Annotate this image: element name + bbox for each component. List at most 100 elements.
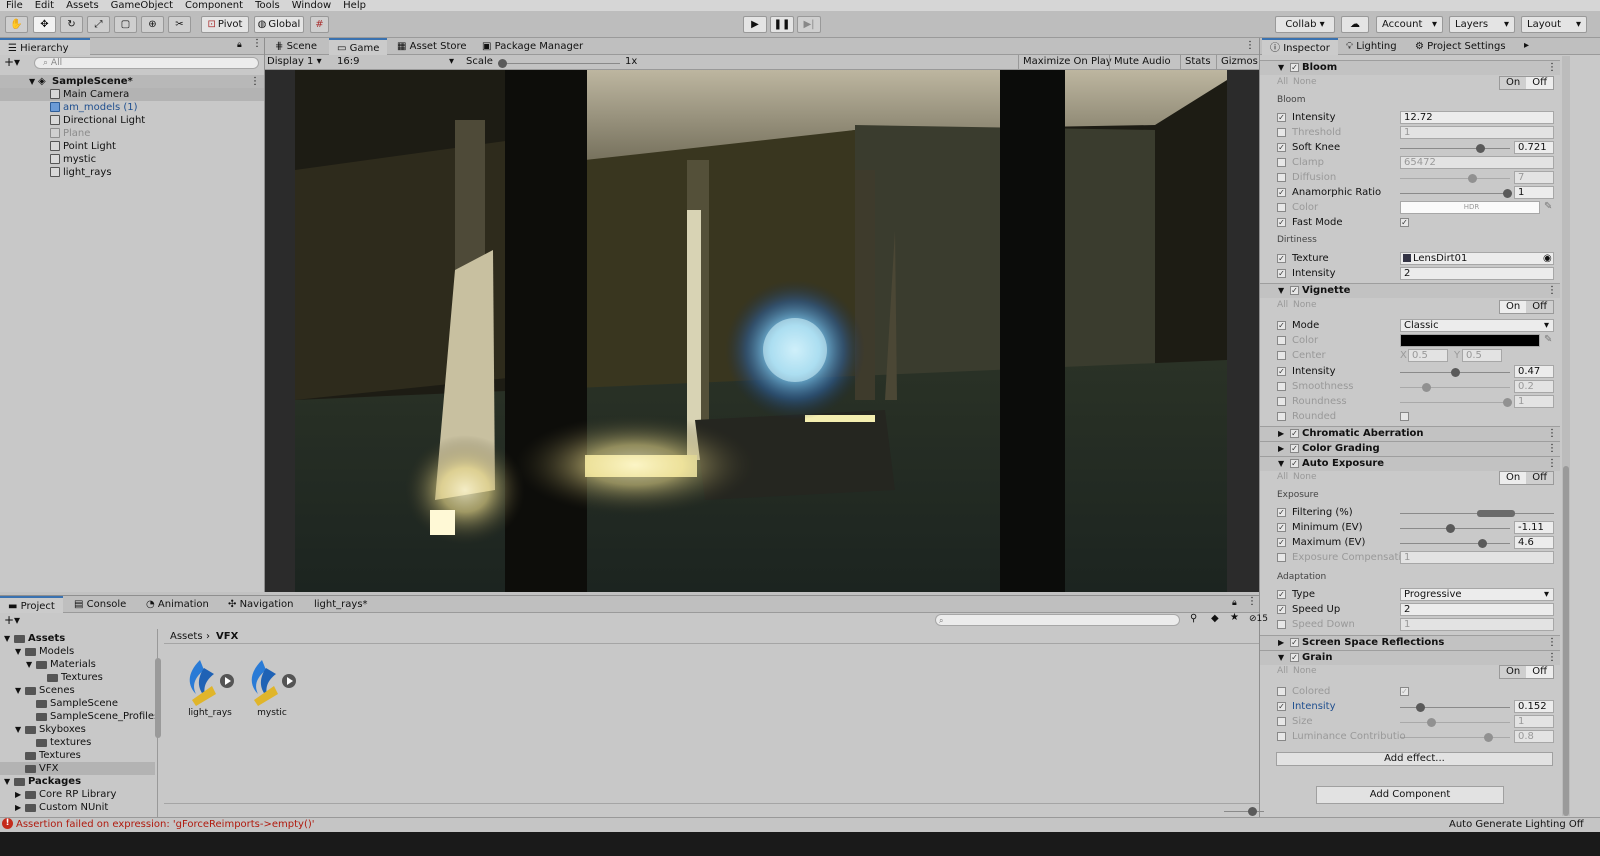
menu-edit[interactable]: Edit (29, 0, 60, 11)
add-effect-button[interactable]: Add effect... (1276, 752, 1553, 766)
layout-dropdown[interactable]: Layout ▾ (1521, 16, 1587, 33)
tab-animation[interactable]: ◔ Animation (138, 596, 217, 613)
override-checkbox[interactable]: ✓ (1277, 702, 1286, 711)
step-button[interactable]: ▶| (797, 16, 821, 33)
override-checkbox[interactable] (1277, 553, 1286, 562)
asset-tile[interactable]: mystic (244, 656, 300, 726)
colored-checkbox[interactable]: ✓ (1400, 687, 1409, 696)
error-message[interactable]: Assertion failed on expression: 'gForceR… (16, 819, 315, 830)
folder-tree-item[interactable]: Textures (0, 749, 155, 762)
on-button[interactable]: On (1500, 666, 1527, 678)
max-ev-field[interactable]: 4.6 (1514, 536, 1554, 549)
override-checkbox[interactable] (1277, 173, 1286, 182)
expand-arrow-icon[interactable]: ▼ (4, 632, 10, 645)
override-checkbox[interactable]: ✓ (1277, 590, 1286, 599)
expand-arrow-icon[interactable]: ▼ (1278, 284, 1284, 298)
tab-light-rays[interactable]: light_rays* (306, 596, 376, 613)
override-checkbox[interactable]: ✓ (1277, 508, 1286, 517)
all-link[interactable]: All (1277, 300, 1288, 310)
override-checkbox[interactable] (1277, 351, 1286, 360)
tab-inspector[interactable]: ⓘ Inspector (1262, 38, 1338, 55)
slider-knob[interactable] (1484, 733, 1493, 742)
override-checkbox[interactable] (1277, 397, 1286, 406)
create-asset-button[interactable]: +▾ (4, 613, 20, 627)
folder-tree-item[interactable]: ▼ Packages (0, 775, 155, 788)
override-checkbox[interactable]: ✓ (1277, 321, 1286, 330)
override-checkbox[interactable]: ✓ (1277, 605, 1286, 614)
expand-arrow-icon[interactable]: ▼ (1278, 457, 1284, 471)
on-button[interactable]: On (1500, 77, 1527, 89)
menu-help[interactable]: Help (337, 0, 372, 11)
max-ev-slider[interactable] (1400, 539, 1510, 548)
breadcrumb-vfx[interactable]: VFX (216, 631, 238, 642)
rect-tool-button[interactable]: ▢ (114, 16, 137, 33)
off-button[interactable]: Off (1526, 472, 1553, 484)
all-link[interactable]: All (1277, 472, 1288, 482)
folder-tree-item[interactable]: ▼ Models (0, 645, 155, 658)
override-checkbox[interactable] (1277, 336, 1286, 345)
texture-object-field[interactable]: LensDirt01 ◉ (1400, 252, 1554, 265)
expand-arrow-icon[interactable]: ▼ (1278, 61, 1284, 75)
expand-arrow-icon[interactable]: ▼ (29, 75, 35, 88)
expand-arrow-icon[interactable]: ▼ (26, 658, 32, 671)
hidden-count[interactable]: ⊘15 (1249, 614, 1268, 624)
anamorphic-field[interactable]: 1 (1514, 186, 1554, 199)
folder-tree-item[interactable]: ▼ Assets (0, 632, 155, 645)
expand-arrow-icon[interactable]: ▶ (15, 788, 21, 801)
enable-checkbox[interactable]: ✓ (1290, 444, 1299, 453)
slider-knob[interactable] (1248, 807, 1257, 816)
override-checkbox[interactable] (1277, 717, 1286, 726)
override-checkbox[interactable] (1277, 128, 1286, 137)
snap-button[interactable]: # (310, 16, 329, 33)
min-ev-slider[interactable] (1400, 524, 1510, 533)
enable-checkbox[interactable]: ✓ (1290, 429, 1299, 438)
kebab-menu-icon[interactable]: ⋮ (1547, 636, 1557, 650)
override-checkbox[interactable]: ✓ (1277, 269, 1286, 278)
slider-knob[interactable] (1468, 174, 1477, 183)
menu-file[interactable]: File (0, 0, 29, 11)
tab-hierarchy[interactable]: ☰ Hierarchy (0, 38, 90, 55)
intensity-field[interactable]: 12.72 (1400, 111, 1554, 124)
chromatic-aberration-header[interactable]: ▶ ✓ Chromatic Aberration ⋮ (1260, 426, 1560, 441)
console-status[interactable]: ! Assertion failed on expression: 'gForc… (0, 818, 1600, 832)
scene-row[interactable]: ▼ ◈ SampleScene* ⋮ (0, 75, 264, 88)
grain-size-slider[interactable] (1400, 718, 1510, 727)
none-link[interactable]: None (1293, 77, 1316, 87)
kebab-menu-icon[interactable]: ⋮ (1547, 61, 1557, 75)
filter-type-icon[interactable]: ⚲ (1190, 613, 1197, 624)
override-checkbox[interactable]: ✓ (1277, 218, 1286, 227)
override-checkbox[interactable] (1277, 158, 1286, 167)
tab-scroll-icon[interactable]: ▸ (1524, 40, 1529, 51)
hierarchy-item[interactable]: mystic (0, 153, 264, 166)
fastmode-checkbox[interactable]: ✓ (1400, 218, 1409, 227)
pivot-toggle[interactable]: ⊡ Pivot (201, 16, 249, 33)
all-link[interactable]: All (1277, 666, 1288, 676)
mode-dropdown[interactable]: Classic ▾ (1400, 319, 1554, 332)
softknee-slider[interactable] (1400, 144, 1510, 153)
vignette-onoff[interactable]: On Off (1499, 300, 1554, 314)
off-button[interactable]: Off (1526, 77, 1553, 89)
enable-checkbox[interactable]: ✓ (1290, 286, 1299, 295)
collapsed-arrow-icon[interactable]: ▶ (1278, 427, 1284, 441)
expand-arrow-icon[interactable]: ▼ (1278, 651, 1284, 665)
folder-tree-item[interactable]: Textures (0, 671, 155, 684)
slider-knob[interactable] (1503, 189, 1512, 198)
scrollbar-thumb[interactable] (1563, 466, 1569, 816)
slider-knob[interactable] (1422, 383, 1431, 392)
folder-tree-item[interactable]: ▼ Materials (0, 658, 155, 671)
override-checkbox[interactable]: ✓ (1277, 113, 1286, 122)
eyedropper-icon[interactable]: ✎ (1544, 201, 1552, 212)
global-toggle[interactable]: ◍ Global (254, 16, 304, 33)
kebab-menu-icon[interactable]: ⋮ (1547, 442, 1557, 456)
folder-tree-item[interactable]: ▼ Scenes (0, 684, 155, 697)
grain-intensity-field[interactable]: 0.152 (1514, 700, 1554, 713)
folder-tree-item[interactable]: SampleScene_Profiles (0, 710, 159, 723)
slider-knob[interactable] (1478, 539, 1487, 548)
hierarchy-item[interactable]: Directional Light (0, 114, 264, 127)
override-checkbox[interactable]: ✓ (1277, 143, 1286, 152)
object-picker-icon[interactable]: ◉ (1543, 253, 1552, 264)
grain-size-field[interactable]: 1 (1514, 715, 1554, 728)
expand-arrow-icon[interactable]: ▼ (4, 775, 10, 788)
center-x-field[interactable]: 0.5 (1408, 349, 1448, 362)
pause-button[interactable]: ❚❚ (770, 16, 794, 33)
